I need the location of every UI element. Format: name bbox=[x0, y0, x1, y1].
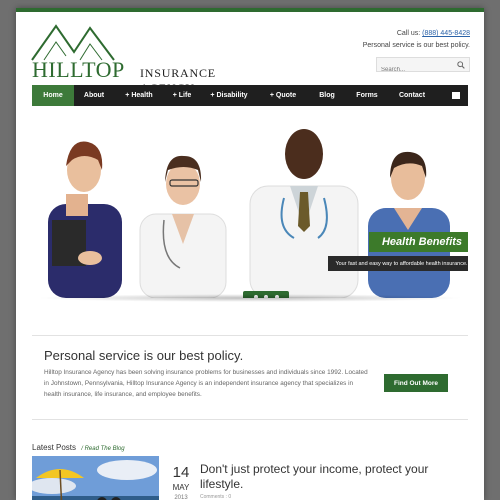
post-date-year: 2013 bbox=[174, 495, 188, 500]
intro-heading: Personal service is our best policy. bbox=[44, 348, 244, 363]
post-date-day: 14 bbox=[172, 464, 190, 481]
header-tagline: Personal service is our best policy. bbox=[362, 42, 470, 49]
search-icon[interactable] bbox=[457, 61, 465, 69]
nav-quote[interactable]: + Quote bbox=[258, 85, 308, 106]
intro-body: Hilltop Insurance Agency has been solvin… bbox=[44, 369, 368, 398]
page-container: HILLTOP INSURANCE AGENCY Call us: (888) … bbox=[16, 8, 484, 500]
nav-contact[interactable]: Contact bbox=[388, 85, 436, 106]
hero-slider: Health Benefits Your fast and easy way t… bbox=[32, 108, 468, 298]
post-thumbnail[interactable] bbox=[32, 456, 159, 500]
hero-shadow bbox=[36, 294, 464, 302]
call-us: Call us: (888) 445-8428 bbox=[397, 30, 470, 37]
nav-forms[interactable]: Forms bbox=[346, 85, 388, 106]
nav-blog[interactable]: Blog bbox=[308, 85, 346, 106]
phone-link[interactable]: (888) 445-8428 bbox=[422, 30, 470, 37]
nav-health[interactable]: + Health bbox=[114, 85, 164, 106]
post-comments[interactable]: Comments : 0 bbox=[200, 494, 231, 500]
divider bbox=[32, 419, 468, 420]
nurse-right-figure bbox=[368, 151, 450, 298]
hero-subtitle: Your fast and easy way to affordable hea… bbox=[328, 256, 468, 271]
logo-wordmark: HILLTOP bbox=[32, 57, 125, 82]
latest-posts-heading: Latest Posts / Read The Blog bbox=[32, 443, 125, 452]
doctor-male-figure bbox=[249, 129, 359, 298]
nav-life[interactable]: + Life bbox=[164, 85, 200, 106]
hero-title: Health Benefits bbox=[369, 232, 468, 252]
nav-about[interactable]: About bbox=[74, 85, 114, 106]
main-nav: Home About + Health + Life + Disability … bbox=[32, 85, 468, 106]
beach-umbrella-image bbox=[32, 456, 159, 500]
search-box bbox=[376, 57, 470, 77]
nav-disability[interactable]: + Disability bbox=[200, 85, 258, 106]
doctor-female-figure bbox=[139, 155, 227, 298]
call-label: Call us: bbox=[396, 30, 421, 37]
post-date-month: MAY bbox=[172, 483, 190, 492]
nav-home[interactable]: Home bbox=[32, 85, 74, 106]
home-icon[interactable] bbox=[452, 92, 460, 99]
latest-posts-label: Latest Posts bbox=[32, 443, 77, 452]
divider bbox=[32, 335, 468, 336]
search-input[interactable] bbox=[377, 63, 453, 77]
nurse-left-figure bbox=[48, 141, 122, 298]
read-blog-link[interactable]: / Read The Blog bbox=[81, 446, 124, 452]
post-title[interactable]: Don't just protect your income, protect … bbox=[200, 462, 456, 492]
mountain-logo-icon bbox=[31, 24, 115, 61]
find-out-more-button[interactable]: Find Out More bbox=[384, 374, 448, 392]
logo[interactable]: HILLTOP INSURANCE AGENCY bbox=[30, 22, 260, 95]
